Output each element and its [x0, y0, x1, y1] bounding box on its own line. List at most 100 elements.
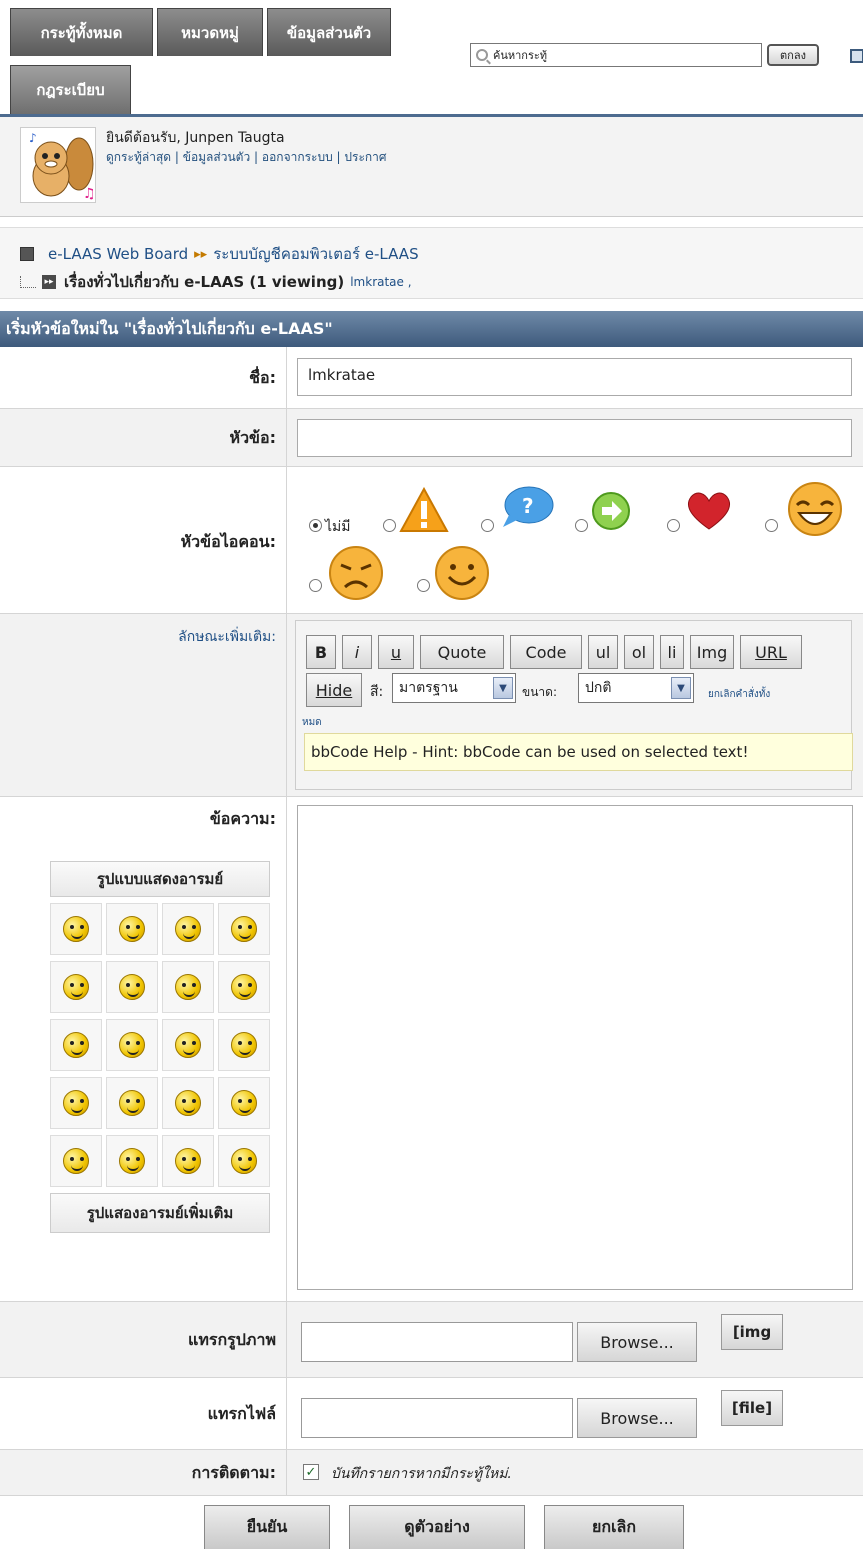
img-button[interactable]: Img [690, 635, 734, 669]
welcome-greeting: ยินดีต้อนรับ, Junpen Taugta [106, 130, 285, 146]
breadcrumb-forum: เรื่องทั่วไปเกี่ยวกับ e-LAAS (1 viewing) [64, 273, 345, 291]
tab-rules[interactable]: กฎระเบียบ [10, 65, 131, 114]
search-input[interactable]: ค้นหากระทู้ [470, 43, 762, 67]
file-browse-button[interactable]: Browse... [577, 1398, 697, 1438]
li-button[interactable]: li [660, 635, 684, 669]
smiley-icon [63, 1148, 89, 1174]
insert-file-row: แทรกไฟล์ Browse... [file] [0, 1378, 863, 1450]
image-file-input[interactable] [301, 1322, 573, 1362]
icon-radio-arrow[interactable] [575, 519, 588, 532]
breadcrumb-row-1: e-LAAS Web Board ▸▸ ระบบบัญชีคอมพิวเตอร์… [20, 242, 419, 266]
icon-radio-heart[interactable] [667, 519, 680, 532]
breadcrumb-category-link[interactable]: ระบบบัญชีคอมพิวเตอร์ e-LAAS [213, 242, 418, 266]
emoticon-button[interactable] [106, 1077, 158, 1129]
icon-radio-warning[interactable] [383, 519, 396, 532]
name-input[interactable]: lmkratae [297, 358, 852, 396]
emoticon-button[interactable] [218, 903, 270, 955]
icon-radio-smile[interactable] [417, 579, 430, 592]
emoticon-button[interactable] [218, 1077, 270, 1129]
insert-file-cell: Browse... [file] [286, 1378, 863, 1449]
emoticon-button[interactable] [218, 1019, 270, 1071]
name-label: ชื่อ: [249, 368, 276, 387]
tab-label: กระทู้ทั้งหมด [40, 23, 123, 42]
quote-button[interactable]: Quote [420, 635, 504, 669]
emoticon-button[interactable] [106, 903, 158, 955]
message-textarea[interactable] [297, 805, 853, 1290]
emoticon-button[interactable] [162, 1019, 214, 1071]
smiley-icon [175, 916, 201, 942]
color-select-value: มาตรฐาน [399, 680, 458, 696]
tab-profile[interactable]: ข้อมูลส่วนตัว [267, 8, 391, 56]
ul-button[interactable]: ul [588, 635, 618, 669]
icon-radio-sad[interactable] [309, 579, 322, 592]
tab-label: กฎระเบียบ [36, 81, 105, 99]
emoticon-button[interactable] [50, 1019, 102, 1071]
icon-radio-laugh[interactable] [765, 519, 778, 532]
cancel-all-link[interactable]: ยกเลิกคำสั่งทั้ง [708, 687, 770, 702]
more-emoticons-link[interactable]: รูปแสองอารมย์เพิ่มเติม [50, 1193, 270, 1233]
smiley-icon [119, 916, 145, 942]
emoticon-button[interactable] [50, 961, 102, 1013]
submit-button[interactable]: ยืนยัน [204, 1505, 330, 1549]
smiley-icon [119, 1090, 145, 1116]
icon-radio-question[interactable] [481, 519, 494, 532]
smiley-icon [119, 974, 145, 1000]
url-button[interactable]: URL [740, 635, 802, 669]
green-arrow-icon [592, 492, 630, 530]
ol-button[interactable]: ol [624, 635, 654, 669]
code-button[interactable]: Code [510, 635, 582, 669]
message-field-cell [286, 797, 863, 1301]
avatar: ♫ ♪ [20, 127, 96, 203]
bold-button[interactable]: B [306, 635, 336, 669]
tab-categories[interactable]: หมวดหมู่ [157, 8, 263, 56]
emoticon-button[interactable] [106, 1019, 158, 1071]
size-select[interactable]: ปกติ ▼ [578, 673, 694, 703]
smiley-icon [175, 1148, 201, 1174]
icon-radio-none[interactable] [309, 519, 322, 532]
insert-img-tag-button[interactable]: [img [721, 1314, 783, 1350]
expand-icon[interactable] [850, 49, 863, 63]
emoticon-button[interactable] [218, 1135, 270, 1187]
topic-icon-label: หัวข้อไอคอน: [180, 532, 276, 551]
emoticon-button[interactable] [106, 1135, 158, 1187]
underline-button[interactable]: u [378, 635, 414, 669]
breadcrumb-root-link[interactable]: e-LAAS Web Board [48, 245, 188, 263]
subject-input[interactable] [297, 419, 852, 457]
insert-file-label: แทรกไฟล์ [207, 1404, 276, 1423]
svg-text:♪: ♪ [29, 131, 37, 145]
color-select[interactable]: มาตรฐาน ▼ [392, 673, 516, 703]
smiley-icon [175, 1090, 201, 1116]
emoticon-button[interactable] [50, 1135, 102, 1187]
smiley-icon [63, 1090, 89, 1116]
cancel-button[interactable]: ยกเลิก [544, 1505, 684, 1549]
emoticon-button[interactable] [162, 903, 214, 955]
italic-button[interactable]: i [342, 635, 372, 669]
smiley-icon [63, 974, 89, 1000]
laughing-face-icon [788, 482, 842, 536]
breadcrumb: e-LAAS Web Board ▸▸ ระบบบัญชีคอมพิวเตอร์… [0, 227, 863, 299]
image-browse-button[interactable]: Browse... [577, 1322, 697, 1362]
emoticon-button[interactable] [50, 1077, 102, 1129]
emoticon-button[interactable] [162, 961, 214, 1013]
name-row: ชื่อ: lmkratae [0, 347, 863, 409]
emoticon-button[interactable] [162, 1135, 214, 1187]
preview-button[interactable]: ดูตัวอย่าง [349, 1505, 525, 1549]
emoticon-button[interactable] [218, 961, 270, 1013]
emoticon-button[interactable] [106, 961, 158, 1013]
attach-file-input[interactable] [301, 1398, 573, 1438]
forward-arrow-icon: ▸▸ [42, 275, 56, 289]
smiley-icon [231, 1148, 257, 1174]
topic-icon-row: หัวข้อไอคอน: ไม่มี ? [0, 467, 863, 614]
search-submit-button[interactable]: ตกลง [767, 44, 819, 66]
follow-checkbox[interactable]: ✓ [303, 1464, 319, 1480]
emoticon-button[interactable] [162, 1077, 214, 1129]
insert-file-tag-button[interactable]: [file] [721, 1390, 783, 1426]
viewer-link[interactable]: lmkratae , [350, 275, 411, 289]
tab-label: ข้อมูลส่วนตัว [286, 23, 372, 42]
search-placeholder: ค้นหากระทู้ [493, 49, 548, 62]
tab-all-topics[interactable]: กระทู้ทั้งหมด [10, 8, 153, 56]
emoticon-button[interactable] [50, 903, 102, 955]
hide-button[interactable]: Hide [306, 673, 362, 707]
welcome-links[interactable]: ดูกระทู้ล่าสุด | ข้อมูลส่วนตัว | ออกจากร… [106, 148, 387, 167]
cancel-all-link-cont[interactable]: หมด [302, 715, 322, 730]
